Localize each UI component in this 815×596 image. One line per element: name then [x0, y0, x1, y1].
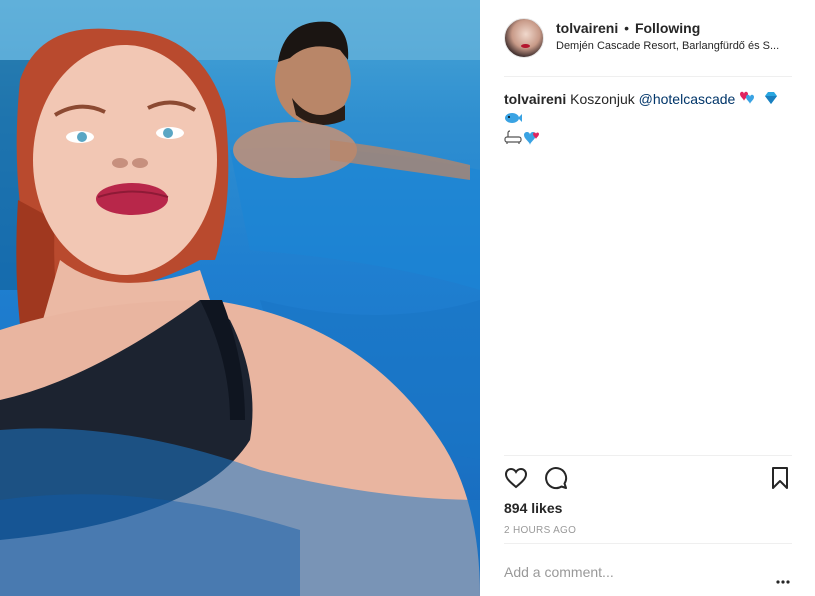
hearts-emoji — [735, 90, 759, 110]
more-dots-icon[interactable] — [776, 571, 790, 584]
post-caption: tolvaireni Koszonjuk @hotelcascade — [504, 90, 794, 150]
likes-count[interactable]: 894 likes — [504, 500, 562, 516]
location-link[interactable]: Demjén Cascade Resort, Barlangfürdő és S… — [556, 40, 794, 52]
bathtub-emoji — [504, 130, 522, 150]
heart-emoji — [522, 130, 544, 150]
pool-selfie-illustration — [0, 0, 480, 596]
heart-outline-icon[interactable] — [504, 466, 528, 490]
following-button[interactable]: Following — [635, 20, 700, 36]
separator-dot: • — [624, 20, 630, 36]
comment-divider — [504, 543, 792, 544]
add-comment-input[interactable] — [504, 562, 754, 582]
action-bar — [504, 466, 792, 490]
comment-bubble-icon[interactable] — [544, 466, 568, 490]
mention-link[interactable]: @hotelcascade — [639, 91, 736, 107]
header-divider — [504, 76, 792, 77]
post-timestamp[interactable]: 2 HOURS AGO — [504, 525, 576, 536]
user-avatar[interactable] — [504, 18, 544, 58]
caption-username-link[interactable]: tolvaireni — [504, 91, 566, 107]
actions-divider — [504, 455, 792, 456]
username-link[interactable]: tolvaireni — [556, 20, 618, 36]
header-top-line: tolvaireni • Following — [556, 20, 700, 36]
caption-text: Koszonjuk — [570, 91, 635, 107]
post-header: tolvaireni • Following Demjén Cascade Re… — [504, 16, 792, 60]
post-details-panel: tolvaireni • Following Demjén Cascade Re… — [480, 0, 815, 596]
post-photo[interactable] — [0, 0, 480, 596]
bookmark-icon[interactable] — [768, 466, 792, 490]
fish-emoji — [504, 110, 522, 130]
instagram-post: tolvaireni • Following Demjén Cascade Re… — [0, 0, 815, 596]
gem-emoji — [763, 90, 779, 110]
